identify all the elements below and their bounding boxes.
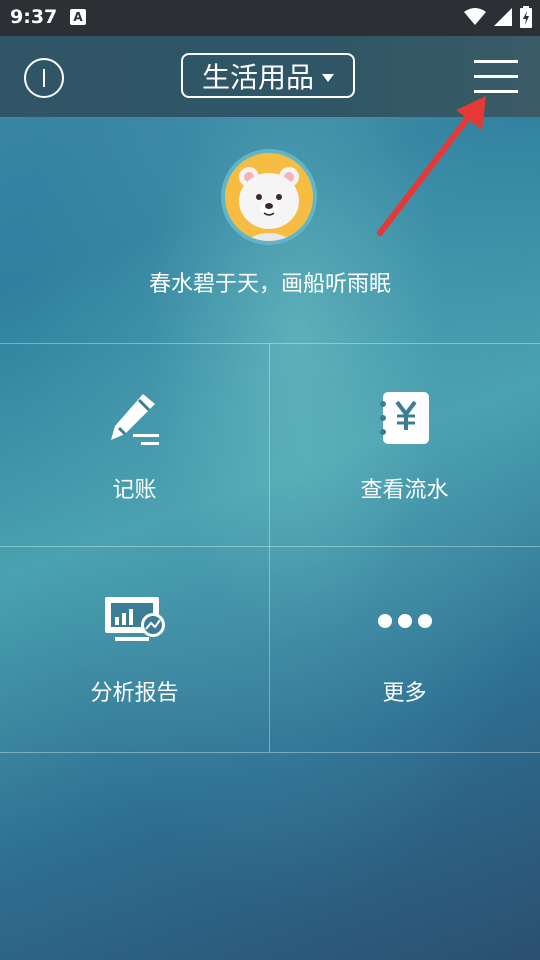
wifi-icon [464,8,486,25]
grid-item-more[interactable]: 更多 [270,547,539,750]
polar-bear-icon [239,167,299,241]
status-bar: 9:37 A [0,0,540,36]
menu-line [474,75,518,78]
app-bar: 生活用品 [0,36,540,117]
menu-line [474,60,518,63]
pen-icon [110,394,159,445]
ledger-yen-icon [379,392,429,444]
grid-item-view-transactions[interactable]: 查看流水 [270,344,539,547]
user-motto: 春水碧于天，画船听雨眠 [148,272,391,297]
grid-item-analysis-report[interactable]: 分析报告 [0,547,269,750]
signal-icon [494,8,512,26]
report-chart-icon [104,597,165,641]
caret-down-icon [322,73,334,82]
account-book-name: 生活用品 [201,60,314,94]
grid-item-label: 更多 [382,681,427,706]
battery-icon [520,6,532,28]
avatar[interactable] [221,149,317,245]
menu-line [474,90,518,93]
info-button[interactable] [24,58,64,98]
divider [0,752,540,753]
account-book-selector[interactable]: 生活用品 [181,53,355,98]
more-dots-icon [377,614,432,628]
grid-item-label: 记账 [112,478,157,503]
status-time: 9:37 [10,6,58,28]
grid-item-label: 查看流水 [360,478,449,503]
grid-item-label: 分析报告 [90,681,179,706]
grid-item-bookkeeping[interactable]: 记账 [0,344,269,547]
status-icons [464,6,532,28]
notification-icon: A [70,9,86,25]
menu-button[interactable] [474,58,518,94]
